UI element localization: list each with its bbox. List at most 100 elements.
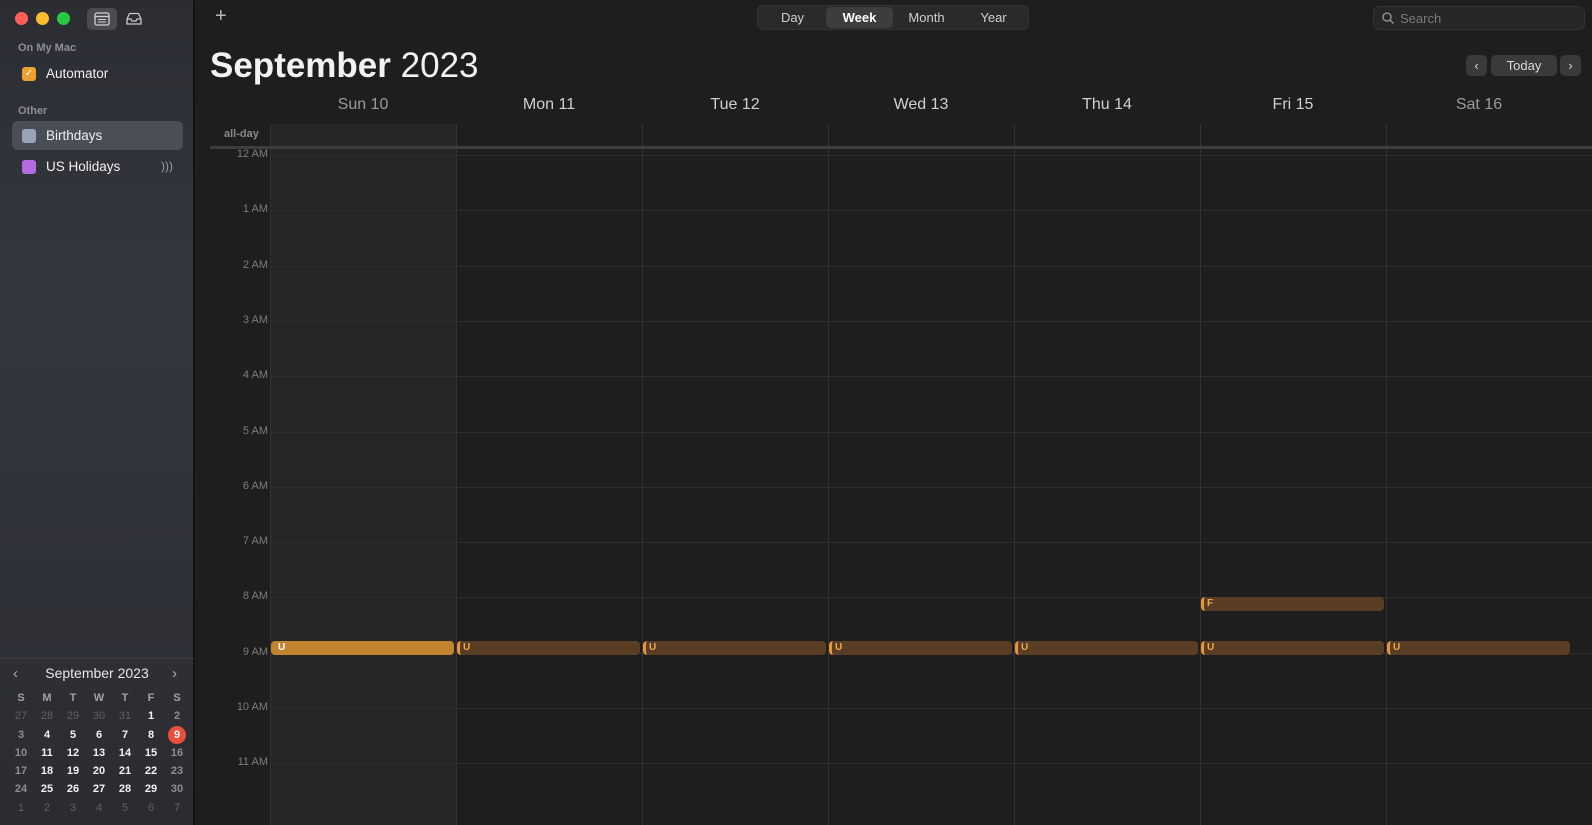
- mini-calendar-day[interactable]: 15: [138, 744, 164, 762]
- mini-calendar-day[interactable]: 7: [112, 726, 138, 744]
- mini-calendar-day[interactable]: 22: [138, 762, 164, 780]
- mini-calendar-day[interactable]: 29: [60, 707, 86, 725]
- day-header-mon[interactable]: Mon 11: [456, 96, 642, 114]
- day-column-sat[interactable]: [1386, 124, 1572, 825]
- mini-calendar-day[interactable]: 10: [8, 744, 34, 762]
- calendar-event[interactable]: U: [1387, 640, 1570, 655]
- mini-calendar-day[interactable]: 26: [60, 780, 86, 798]
- mini-calendar-day[interactable]: 30: [164, 780, 190, 798]
- close-window-button[interactable]: [15, 12, 28, 25]
- checkbox-automator[interactable]: ✓: [22, 66, 36, 81]
- view-tab-month[interactable]: Month: [893, 7, 960, 28]
- search-input[interactable]: [1400, 10, 1570, 26]
- calendar-item-us-holidays[interactable]: US Holidays ))): [12, 152, 183, 181]
- day-header-tue[interactable]: Tue 12: [642, 96, 828, 114]
- mini-calendar-day[interactable]: 28: [34, 707, 60, 725]
- mini-calendar-day[interactable]: 19: [60, 762, 86, 780]
- mini-calendar-day[interactable]: 27: [8, 707, 34, 725]
- calendar-event[interactable]: U: [271, 640, 454, 655]
- view-tab-week[interactable]: Week: [826, 7, 893, 28]
- mini-calendar-day[interactable]: 8: [138, 726, 164, 744]
- checkbox-us-holidays[interactable]: [22, 159, 36, 174]
- mini-calendar-day[interactable]: 1: [138, 707, 164, 725]
- calendar-item-label: Birthdays: [46, 128, 103, 143]
- inbox-button[interactable]: [119, 8, 149, 30]
- previous-week-button[interactable]: ‹: [1466, 55, 1487, 76]
- mini-calendar-day[interactable]: 3: [60, 799, 86, 817]
- mini-calendar-day[interactable]: 30: [86, 707, 112, 725]
- mini-calendar-day[interactable]: 21: [112, 762, 138, 780]
- calendar-event[interactable]: U: [1201, 640, 1384, 655]
- mini-calendar-day[interactable]: 3: [8, 726, 34, 744]
- calendar-item-birthdays[interactable]: Birthdays: [12, 121, 183, 150]
- calendar-event[interactable]: U: [829, 640, 1012, 655]
- day-header-sat[interactable]: Sat 16: [1386, 96, 1572, 114]
- day-column-sun[interactable]: [270, 124, 456, 825]
- week-day-headers: Sun 10 Mon 11 Tue 12 Wed 13 Thu 14 Fri 1…: [270, 96, 1592, 118]
- mini-calendar-day[interactable]: 17: [8, 762, 34, 780]
- mini-calendar-day[interactable]: 2: [164, 707, 190, 725]
- calendar-event[interactable]: F: [1201, 597, 1384, 612]
- calendar-item-label: Automator: [46, 66, 109, 81]
- day-header-wed[interactable]: Wed 13: [828, 96, 1014, 114]
- calendar-list-toggle-button[interactable]: [87, 8, 117, 30]
- day-column-tue[interactable]: [642, 124, 828, 825]
- mini-calendar-day[interactable]: 24: [8, 780, 34, 798]
- mini-calendar-day[interactable]: 13: [86, 744, 112, 762]
- mini-calendar-day[interactable]: 9: [168, 725, 186, 744]
- search-box[interactable]: [1373, 6, 1585, 30]
- mini-calendar-day[interactable]: 5: [112, 799, 138, 817]
- day-column-thu[interactable]: [1014, 124, 1200, 825]
- mini-calendar-day[interactable]: 11: [34, 744, 60, 762]
- mini-calendar-day[interactable]: 27: [86, 780, 112, 798]
- day-header-thu[interactable]: Thu 14: [1014, 96, 1200, 114]
- calendar-event[interactable]: U: [457, 640, 640, 655]
- day-header-fri[interactable]: Fri 15: [1200, 96, 1386, 114]
- calendar-event[interactable]: U: [1015, 640, 1198, 655]
- mini-calendar-day[interactable]: 7: [164, 799, 190, 817]
- mini-calendar: ‹ September 2023 › S M T W T F S 27 28 29 30 31 1 2 3 4…: [0, 658, 194, 825]
- mini-calendar-day[interactable]: 23: [164, 762, 190, 780]
- next-week-button[interactable]: ›: [1560, 55, 1581, 76]
- day-column-mon[interactable]: [456, 124, 642, 825]
- mini-calendar-day[interactable]: 14: [112, 744, 138, 762]
- hour-label: 1 AM: [242, 203, 268, 216]
- mini-calendar-day[interactable]: 28: [112, 780, 138, 798]
- day-header-sun[interactable]: Sun 10: [270, 96, 456, 114]
- view-tab-day[interactable]: Day: [759, 7, 826, 28]
- hour-label: 6 AM: [242, 479, 268, 492]
- mini-calendar-day[interactable]: 1: [8, 799, 34, 817]
- mini-calendar-day[interactable]: 6: [138, 799, 164, 817]
- mini-calendar-day[interactable]: 12: [60, 744, 86, 762]
- checkbox-birthdays[interactable]: [22, 128, 36, 143]
- mini-calendar-day[interactable]: 6: [86, 726, 112, 744]
- mini-calendar-day[interactable]: 31: [112, 707, 138, 725]
- hour-label: 7 AM: [242, 535, 268, 548]
- add-event-button[interactable]: +: [215, 5, 227, 28]
- mini-calendar-day[interactable]: 18: [34, 762, 60, 780]
- week-grid[interactable]: all-day 12 AM 1 AM 2 AM 3 AM 4 AM 5 AM 6 AM 7 A…: [210, 124, 1592, 825]
- mini-calendar-day[interactable]: 16: [164, 744, 190, 762]
- mini-calendar-day[interactable]: 5: [60, 726, 86, 744]
- chevron-left-icon: ‹: [1474, 58, 1479, 73]
- calendar-item-automator[interactable]: ✓ Automator: [12, 59, 183, 88]
- calendar-event[interactable]: U: [643, 640, 826, 655]
- mini-calendar-day[interactable]: 29: [138, 780, 164, 798]
- hour-label: 11 AM: [237, 756, 268, 769]
- today-button[interactable]: Today: [1491, 55, 1557, 76]
- hour-gridline: [270, 542, 1592, 544]
- minimize-window-button[interactable]: [36, 12, 49, 25]
- mini-calendar-day[interactable]: 4: [86, 799, 112, 817]
- mini-calendar-day[interactable]: 2: [34, 799, 60, 817]
- view-tab-year[interactable]: Year: [960, 7, 1027, 28]
- subscribed-broadcast-icon: ))): [161, 159, 173, 173]
- mini-calendar-day[interactable]: 25: [34, 780, 60, 798]
- day-column-wed[interactable]: [828, 124, 1014, 825]
- calendar-item-label: US Holidays: [46, 159, 121, 174]
- mini-calendar-day[interactable]: 4: [34, 726, 60, 744]
- mini-calendar-day[interactable]: 20: [86, 762, 112, 780]
- mini-calendar-next-button[interactable]: ›: [172, 665, 177, 682]
- day-column-fri[interactable]: [1200, 124, 1386, 825]
- page-title: September 2023: [210, 46, 479, 86]
- zoom-window-button[interactable]: [57, 12, 70, 25]
